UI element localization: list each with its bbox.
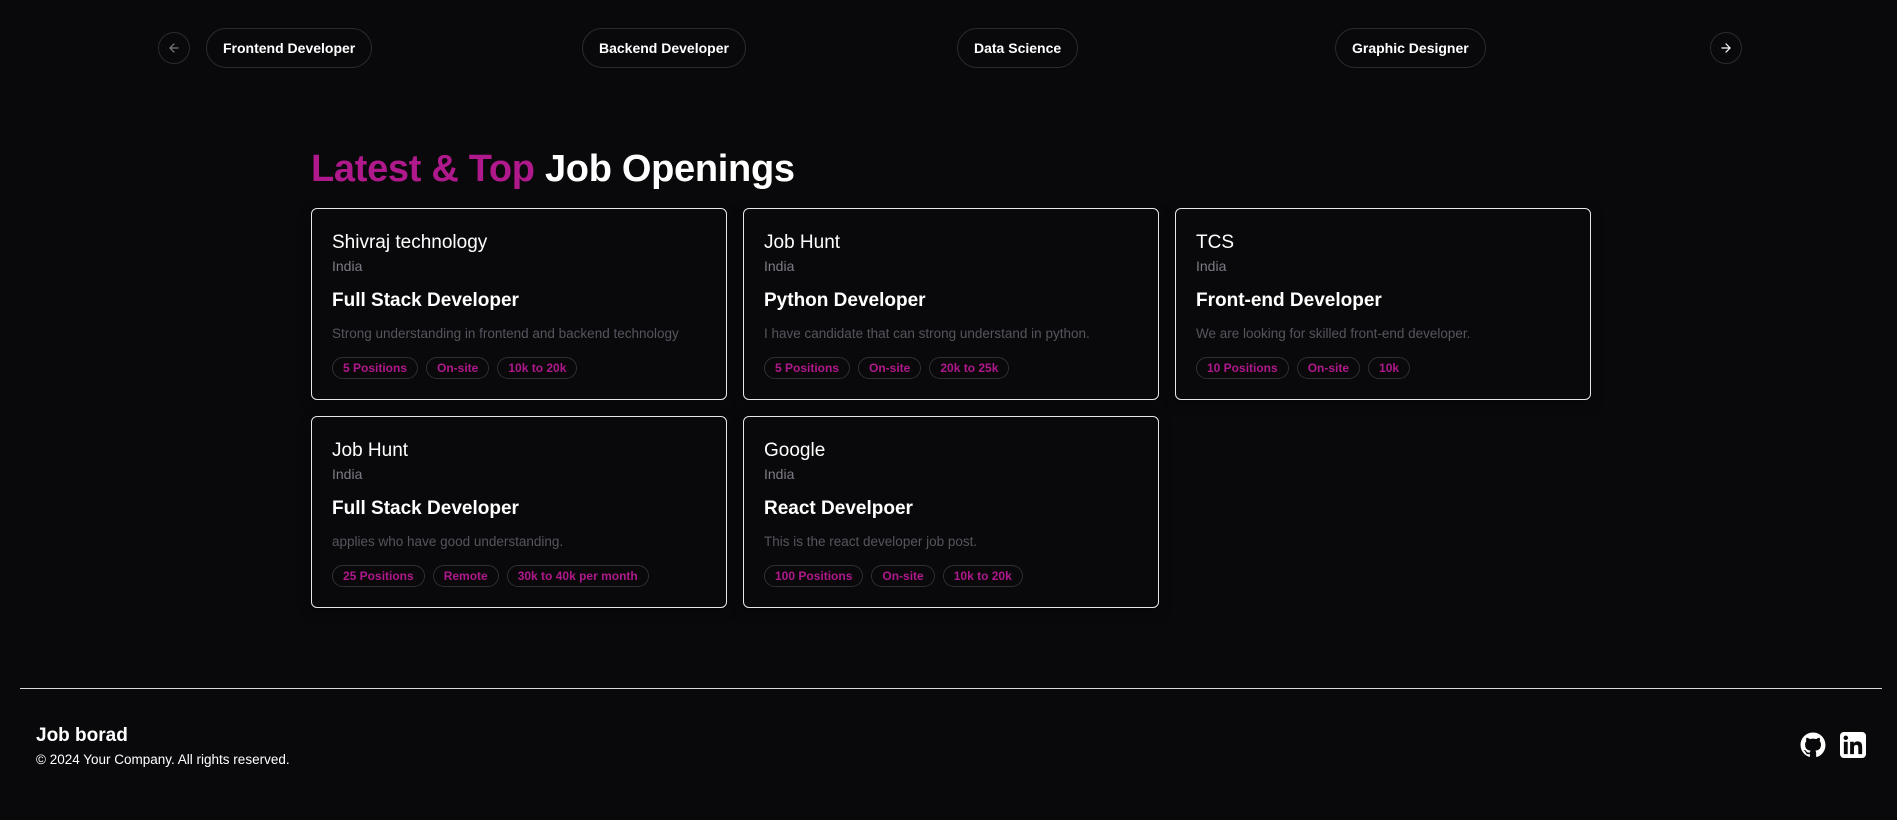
job-description: Strong understanding in frontend and bac… bbox=[332, 326, 679, 341]
job-title: Full Stack Developer bbox=[332, 290, 519, 311]
company-name: Google bbox=[764, 440, 826, 461]
linkedin-link[interactable] bbox=[1840, 732, 1866, 758]
positions-badge: 25 Positions bbox=[332, 565, 425, 587]
arrow-left-icon bbox=[169, 43, 179, 53]
carousel-prev-button[interactable] bbox=[158, 32, 190, 64]
job-badges: 5 Positions On-site 20k to 25k bbox=[764, 357, 1138, 379]
company-location: India bbox=[764, 258, 795, 274]
salary-badge: 30k to 40k per month bbox=[506, 565, 649, 587]
job-title: Python Developer bbox=[764, 290, 926, 311]
arrow-right-icon bbox=[1721, 43, 1731, 53]
salary-badge: 10k to 20k bbox=[942, 565, 1023, 587]
section-title-accent: Latest & Top bbox=[311, 148, 535, 190]
job-badges: 5 Positions On-site 10k to 20k bbox=[332, 357, 706, 379]
company-location: India bbox=[332, 466, 363, 482]
category-graphic-designer[interactable]: Graphic Designer bbox=[1335, 28, 1486, 68]
job-list: Shivraj technology India Full Stack Deve… bbox=[311, 208, 1591, 608]
section-title: Latest & Top Job Openings bbox=[311, 148, 795, 191]
footer-copyright: © 2024 Your Company. All rights reserved… bbox=[36, 752, 290, 767]
positions-badge: 5 Positions bbox=[332, 357, 419, 379]
company-location: India bbox=[764, 466, 795, 482]
job-type-badge: Remote bbox=[432, 565, 499, 587]
category-frontend-developer[interactable]: Frontend Developer bbox=[206, 28, 373, 68]
job-title: Front-end Developer bbox=[1196, 290, 1382, 311]
company-location: India bbox=[332, 258, 363, 274]
job-card[interactable]: TCS India Front-end Developer We are loo… bbox=[1175, 208, 1591, 400]
job-description: applies who have good understanding. bbox=[332, 534, 564, 549]
job-card[interactable]: Job Hunt India Full Stack Developer appl… bbox=[311, 416, 727, 608]
company-name: Shivraj technology bbox=[332, 232, 488, 253]
linkedin-icon bbox=[1840, 732, 1866, 758]
github-icon bbox=[1800, 732, 1826, 758]
company-location: India bbox=[1196, 258, 1227, 274]
job-card[interactable]: Shivraj technology India Full Stack Deve… bbox=[311, 208, 727, 400]
salary-badge: 20k to 25k bbox=[929, 357, 1010, 379]
company-name: Job Hunt bbox=[764, 232, 841, 253]
salary-badge: 10k to 20k bbox=[497, 357, 578, 379]
positions-badge: 10 Positions bbox=[1196, 357, 1289, 379]
job-badges: 25 Positions Remote 30k to 40k per month bbox=[332, 565, 706, 587]
job-description: I have candidate that can strong underst… bbox=[764, 326, 1090, 341]
category-backend-developer[interactable]: Backend Developer bbox=[582, 28, 746, 68]
footer-divider bbox=[20, 688, 1882, 689]
job-type-badge: On-site bbox=[426, 357, 490, 379]
positions-badge: 100 Positions bbox=[764, 565, 864, 587]
section-title-rest: Job Openings bbox=[544, 148, 795, 190]
job-description: This is the react developer job post. bbox=[764, 534, 978, 549]
job-badges: 100 Positions On-site 10k to 20k bbox=[764, 565, 1138, 587]
job-title: Full Stack Developer bbox=[332, 498, 519, 519]
job-card[interactable]: Job Hunt India Python Developer I have c… bbox=[743, 208, 1159, 400]
salary-badge: 10k bbox=[1368, 357, 1411, 379]
category-data-science[interactable]: Data Science bbox=[957, 28, 1079, 68]
job-type-badge: On-site bbox=[858, 357, 922, 379]
company-name: Job Hunt bbox=[332, 440, 409, 461]
job-card[interactable]: Google India React Develpoer This is the… bbox=[743, 416, 1159, 608]
job-title: React Develpoer bbox=[764, 498, 913, 519]
job-badges: 10 Positions On-site 10k bbox=[1196, 357, 1570, 379]
github-link[interactable] bbox=[1800, 732, 1826, 758]
job-type-badge: On-site bbox=[871, 565, 935, 587]
category-carousel: Frontend Developer Backend Developer Dat… bbox=[158, 28, 1744, 68]
footer-brand: Job borad bbox=[36, 725, 128, 746]
company-name: TCS bbox=[1196, 232, 1234, 253]
job-description: We are looking for skilled front-end dev… bbox=[1196, 326, 1471, 341]
carousel-next-button[interactable] bbox=[1710, 32, 1742, 64]
positions-badge: 5 Positions bbox=[764, 357, 851, 379]
job-type-badge: On-site bbox=[1296, 357, 1361, 379]
